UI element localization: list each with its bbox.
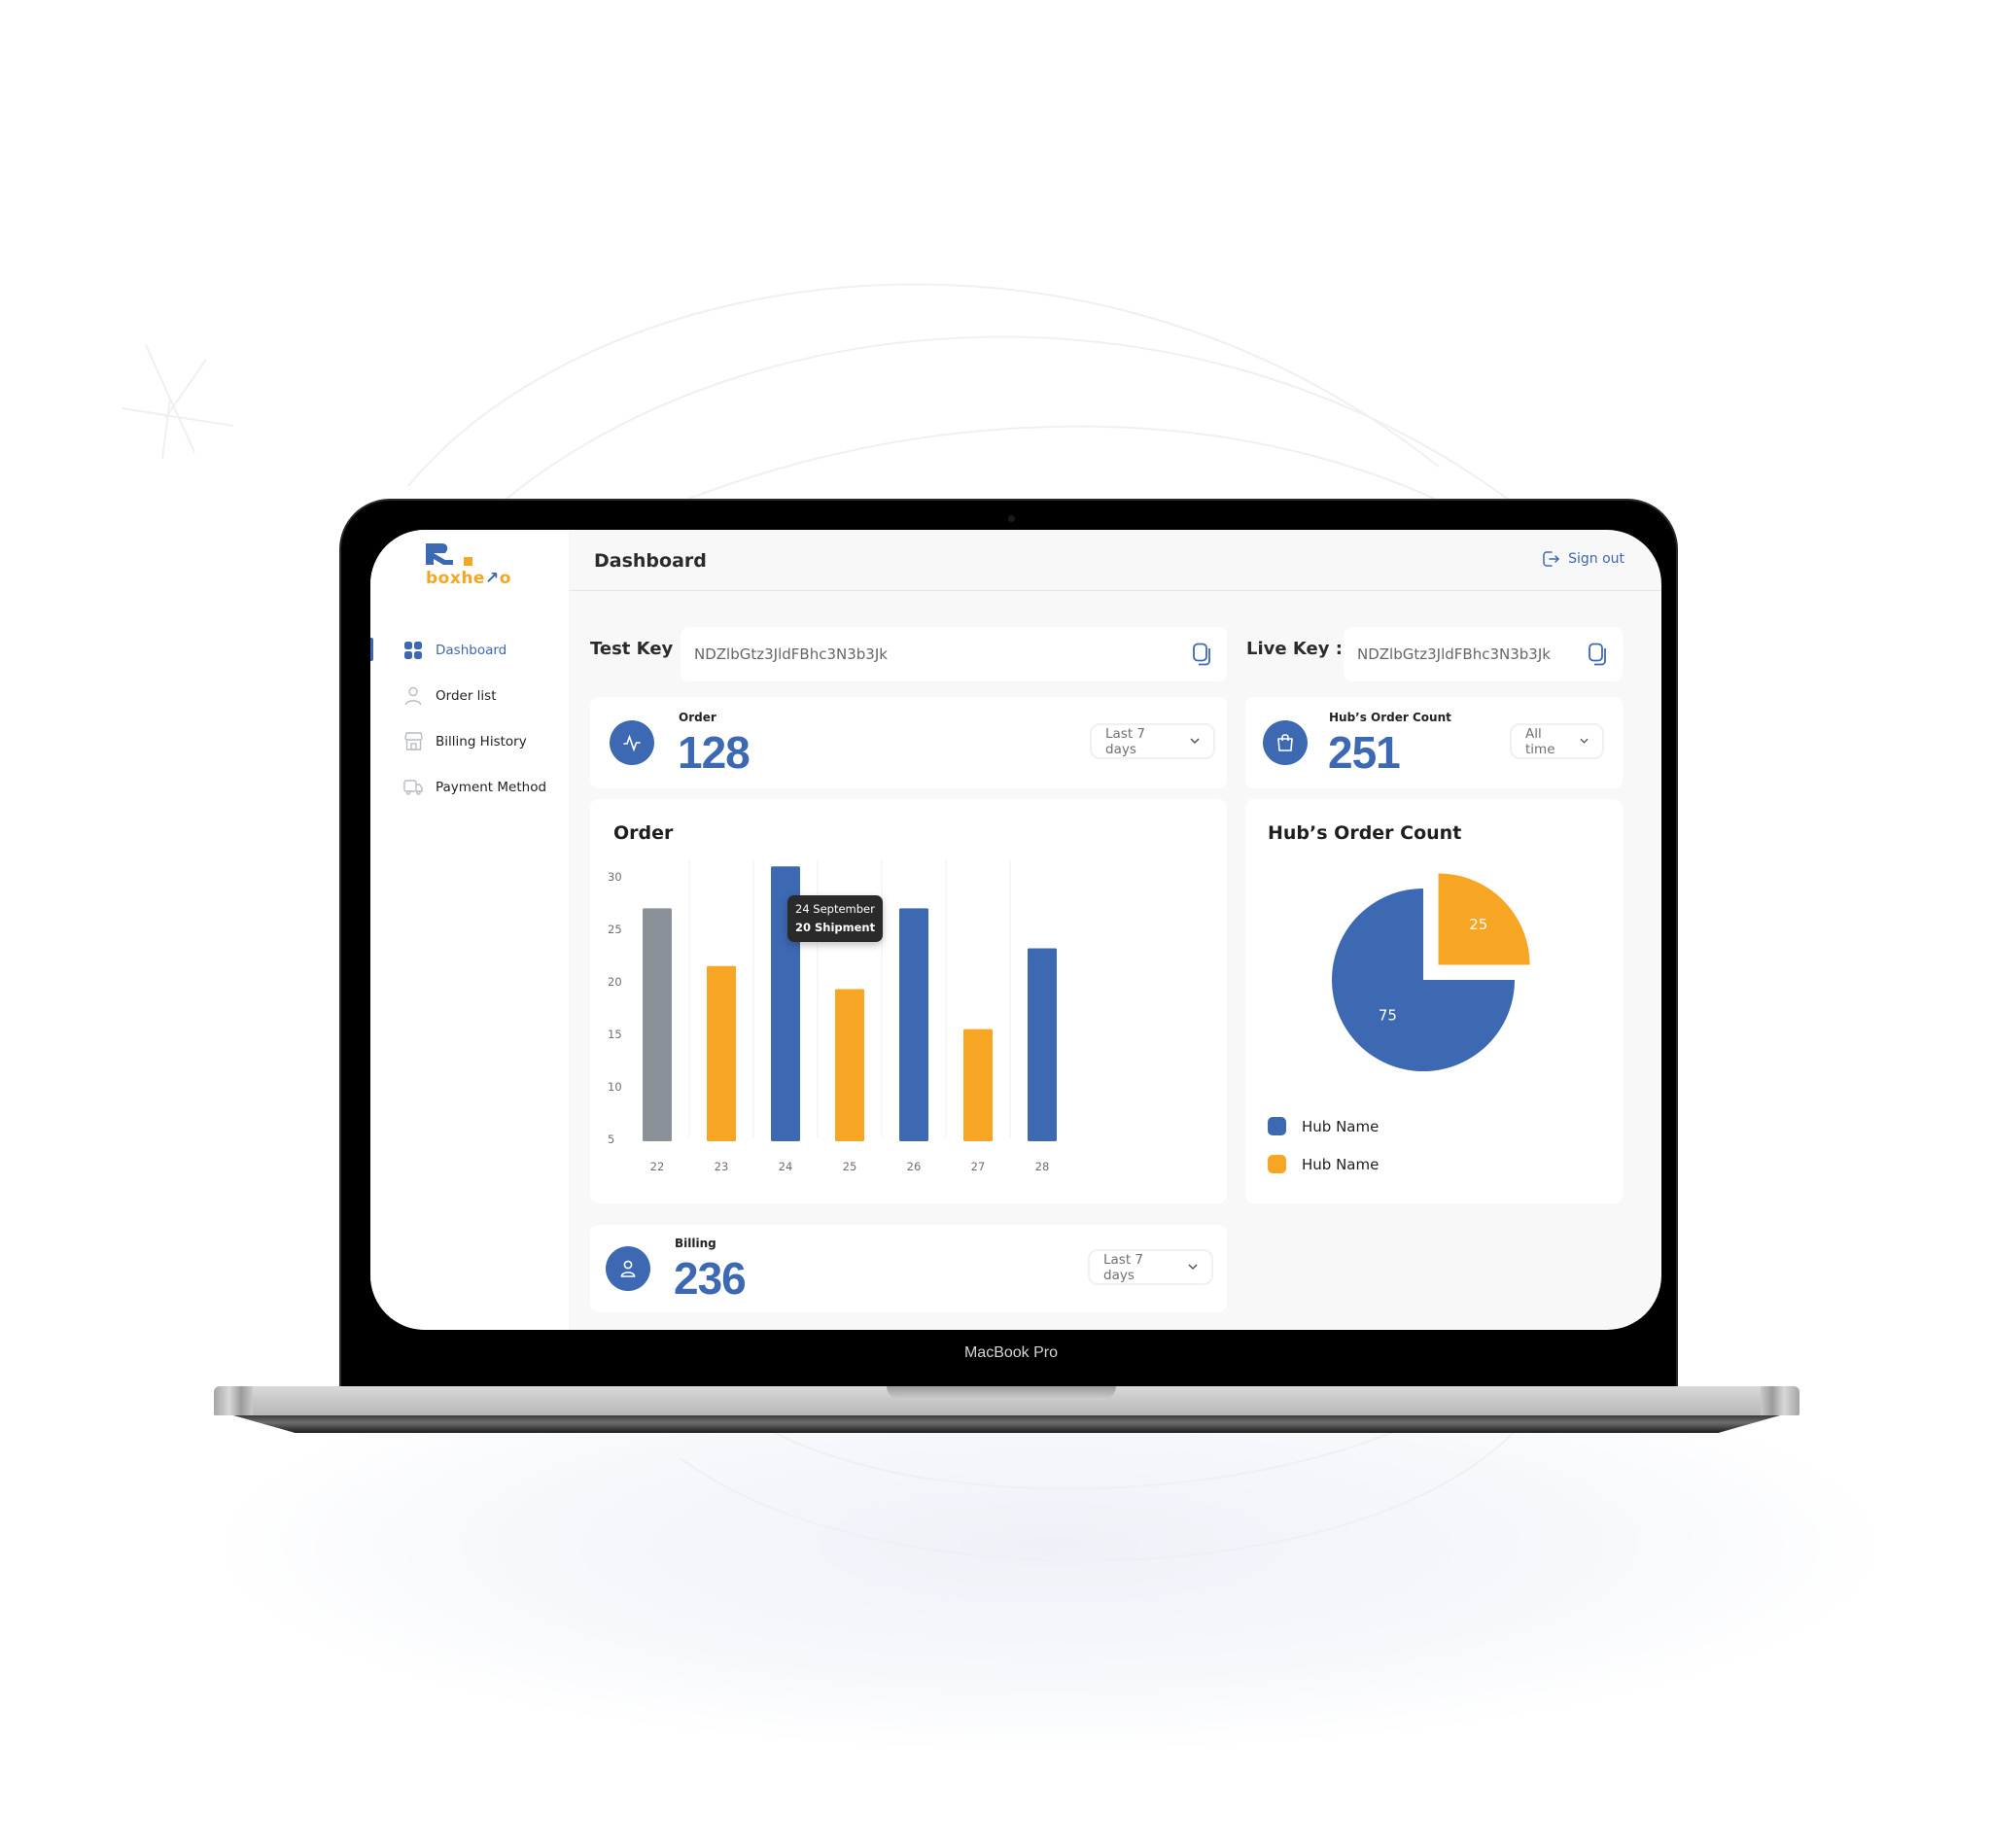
x-tick-label: 22: [650, 1160, 665, 1173]
x-tick-label: 26: [907, 1160, 922, 1173]
camera: [1008, 515, 1015, 522]
laptop-base-underside: [233, 1415, 1780, 1433]
legend-swatch: [1268, 1117, 1286, 1135]
hub-stat-label: Hub’s Order Count: [1329, 711, 1451, 724]
sidebar: boxhe↗o Dashboard Order list Billing His…: [370, 530, 569, 1330]
dropdown-value: Last 7 days: [1103, 1251, 1144, 1283]
order-chart-card: Order 30 25 20 15 10 5 22 23 24 25 26 27 28 24 Septe…: [590, 799, 1227, 1203]
live-key-field: [1344, 627, 1623, 681]
sidebar-item-label: Order list: [436, 687, 497, 704]
brand-logo[interactable]: boxhe↗o: [426, 543, 523, 592]
chart-tooltip: 24 September 20 Shipment: [787, 895, 884, 943]
order-stat-value: 128: [678, 727, 751, 778]
order-stat-card: Order 128 Last 7 days: [590, 697, 1227, 788]
y-tick-label: 5: [608, 1133, 614, 1146]
order-stat-label: Order: [679, 711, 716, 724]
bar-26[interactable]: [899, 908, 928, 1141]
brand-wordmark: boxhe↗o: [426, 569, 511, 588]
hub-range-dropdown[interactable]: All time: [1510, 723, 1604, 759]
legend-item: Hub Name: [1268, 1117, 1379, 1135]
sign-out-button[interactable]: Sign out: [1541, 549, 1624, 569]
copy-icon: [1589, 643, 1606, 666]
sign-out-icon: [1543, 551, 1559, 567]
sidebar-item-label: Payment Method: [436, 779, 547, 795]
test-key-label: Test Key :: [590, 639, 686, 659]
tooltip-date: 24 September: [795, 902, 875, 917]
legend-label: Hub Name: [1302, 1155, 1380, 1173]
sidebar-item-order-list[interactable]: Order list: [370, 673, 569, 718]
hub-stat-value: 251: [1328, 727, 1401, 778]
x-tick-label: 23: [715, 1160, 729, 1173]
dropdown-value: Last 7 days: [1105, 725, 1146, 757]
billing-stat-label: Billing: [675, 1237, 716, 1250]
truck-icon: [403, 778, 423, 797]
page-title: Dashboard: [594, 550, 707, 572]
x-tick-label: 25: [843, 1160, 857, 1173]
hub-chart-card: Hub’s Order Count 25 75 Hub Name Hub Name: [1245, 799, 1623, 1203]
sidebar-item-payment-method[interactable]: Payment Method: [370, 764, 569, 810]
sidebar-item-label: Dashboard: [436, 642, 507, 658]
bar-27[interactable]: [963, 1029, 993, 1141]
sidebar-item-label: Billing History: [436, 733, 527, 750]
shopping-bag-icon: [1263, 720, 1308, 765]
sidebar-nav: Dashboard Order list Billing History Pay…: [370, 627, 569, 810]
laptop-hinge-notch: [887, 1386, 1116, 1400]
test-key-input[interactable]: [694, 645, 1227, 663]
billing-stat-card: Billing 236 Last 7 days: [590, 1225, 1227, 1312]
live-key-input[interactable]: [1357, 645, 1571, 663]
y-tick-label: 15: [608, 1028, 622, 1041]
chevron-down-icon: [1188, 1264, 1198, 1271]
sidebar-item-billing-history[interactable]: Billing History: [370, 718, 569, 764]
user-icon: [403, 686, 423, 706]
pie-slice-label: 75: [1379, 1007, 1397, 1025]
top-bar: Dashboard Sign out: [569, 530, 1661, 591]
legend-swatch: [1268, 1155, 1286, 1173]
bar-23[interactable]: [707, 965, 736, 1141]
logo-mark-icon: [426, 543, 472, 566]
dropdown-value: All time: [1525, 725, 1555, 757]
device-model-label: MacBook Pro: [963, 1344, 1059, 1361]
x-tick-label: 24: [779, 1160, 793, 1173]
y-tick-label: 25: [608, 923, 622, 936]
sign-out-label: Sign out: [1568, 551, 1624, 567]
x-tick-label: 27: [971, 1160, 986, 1173]
chevron-down-icon: [1580, 738, 1589, 744]
live-key-label: Live Key :: [1246, 639, 1343, 659]
app-screen: boxhe↗o Dashboard Order list Billing His…: [370, 530, 1661, 1330]
billing-stat-value: 236: [674, 1253, 747, 1304]
legend-label: Hub Name: [1302, 1117, 1380, 1135]
copy-test-key-button[interactable]: [1192, 643, 1213, 666]
sidebar-item-dashboard[interactable]: Dashboard: [370, 627, 569, 673]
order-range-dropdown[interactable]: Last 7 days: [1090, 723, 1215, 759]
legend-item: Hub Name: [1268, 1155, 1379, 1173]
x-tick-label: 28: [1035, 1160, 1050, 1173]
pie-slice-label: 25: [1469, 916, 1487, 933]
y-tick-label: 10: [608, 1080, 622, 1094]
billing-range-dropdown[interactable]: Last 7 days: [1088, 1249, 1213, 1285]
test-key-field: [681, 627, 1227, 681]
hub-pie-chart: 25 75: [1332, 873, 1530, 1071]
copy-icon: [1193, 643, 1210, 666]
hub-stat-card: Hub’s Order Count 251 All time: [1245, 697, 1623, 788]
y-tick-label: 30: [608, 870, 622, 884]
chevron-down-icon: [1190, 738, 1200, 745]
bar-28[interactable]: [1028, 948, 1057, 1141]
copy-live-key-button[interactable]: [1588, 643, 1609, 666]
order-bar-chart: 30 25 20 15 10 5 22 23 24 25 26 27 28: [608, 860, 1057, 1173]
bar-22[interactable]: [643, 908, 672, 1141]
store-icon: [403, 732, 423, 751]
bar-25[interactable]: [835, 989, 864, 1141]
y-tick-label: 20: [608, 975, 622, 989]
activity-icon: [610, 720, 654, 765]
grid-icon: [403, 641, 423, 660]
tooltip-shipments: 20 Shipment: [795, 921, 876, 935]
user-icon: [606, 1246, 650, 1291]
